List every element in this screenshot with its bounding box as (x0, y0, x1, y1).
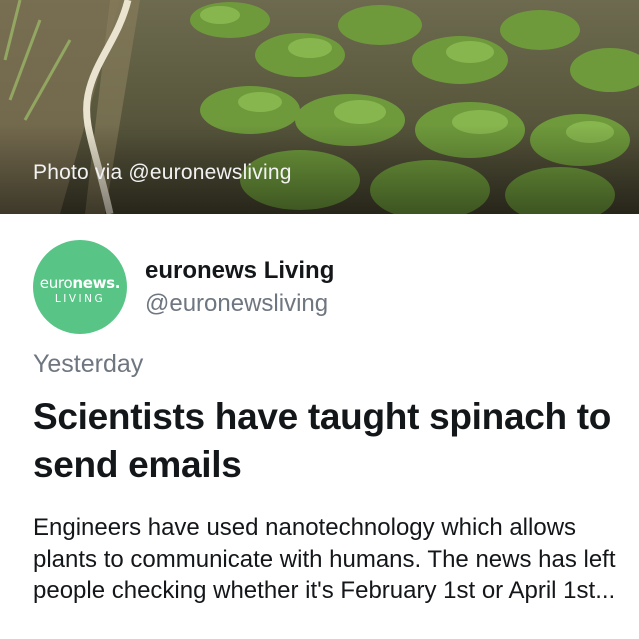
account-handle[interactable]: @euronewsliving (145, 290, 328, 318)
photo-credit: Photo via @euronewsliving (33, 161, 292, 184)
avatar-logo-text: euronews. (39, 274, 121, 292)
hero-photo[interactable]: Photo via @euronewsliving (0, 0, 639, 214)
post-headline[interactable]: Scientists have taught spinach to send e… (33, 393, 613, 489)
post-description: Engineers have used nanotechnology which… (33, 514, 616, 604)
avatar-logo-subtext: LIVING (54, 293, 106, 305)
post-timestamp: Yesterday (33, 350, 144, 378)
account-name[interactable]: euronews Living (145, 257, 334, 285)
account-header[interactable]: euronews. LIVING euronews Living @eurone… (33, 240, 633, 335)
avatar[interactable]: euronews. LIVING (33, 240, 127, 334)
